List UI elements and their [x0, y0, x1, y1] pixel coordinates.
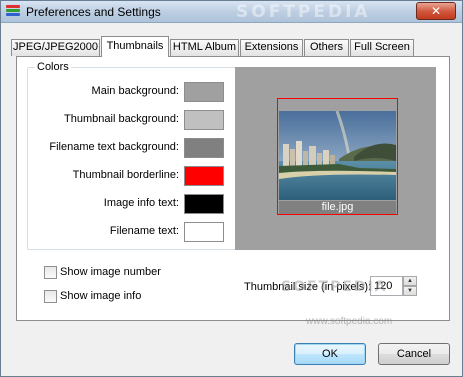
colors-group: Colors Main background: Thumbnail backgr…: [27, 61, 436, 251]
filename-text-background-label: Filename text background:: [49, 141, 179, 153]
tab-thumbnails[interactable]: Thumbnails: [101, 36, 169, 57]
thumbnail-background-swatch[interactable]: [184, 110, 224, 130]
preview-image: [279, 111, 396, 200]
main-background-swatch[interactable]: [184, 82, 224, 102]
app-icon: [6, 5, 20, 18]
spin-up-icon[interactable]: ▲: [403, 276, 417, 286]
filename-text-swatch[interactable]: [184, 222, 224, 242]
title-bar[interactable]: Preferences and Settings SOFTPEDIA ✕: [1, 1, 462, 23]
filename-text-label: Filename text:: [109, 225, 179, 237]
thumbnail-preview: file.jpg: [235, 67, 436, 250]
tab-jpeg[interactable]: JPEG/JPEG2000: [11, 39, 100, 56]
tab-others[interactable]: Others: [304, 39, 349, 56]
thumbnail-borderline-label: Thumbnail borderline:: [72, 169, 179, 181]
close-icon: ✕: [430, 4, 442, 18]
preview-filename: file.jpg: [279, 201, 396, 214]
thumbnail-background-label: Thumbnail background:: [64, 113, 179, 125]
tab-full-screen[interactable]: Full Screen: [350, 39, 414, 56]
tab-extensions[interactable]: Extensions: [240, 39, 303, 56]
preferences-window: Preferences and Settings SOFTPEDIA ✕ JPE…: [0, 0, 463, 377]
show-image-number-label: Show image number: [60, 266, 161, 278]
color-labels: Main background: Thumbnail background: F…: [28, 68, 179, 251]
window-title: Preferences and Settings: [26, 5, 161, 19]
watermark-logo: SOFTPEDIA: [236, 2, 371, 22]
thumbnail-size-spinner[interactable]: ▲ ▼: [403, 276, 417, 296]
close-button[interactable]: ✕: [416, 2, 456, 20]
show-image-info-checkbox[interactable]: [44, 290, 57, 303]
show-image-number-checkbox[interactable]: [44, 266, 57, 279]
spin-down-icon[interactable]: ▼: [403, 286, 417, 296]
tab-html-album[interactable]: HTML Album: [170, 39, 239, 56]
watermark-logo-bottom: SOFTPEDIA: [281, 279, 388, 295]
ok-button[interactable]: OK: [294, 343, 366, 365]
preview-thumbnail: file.jpg: [277, 98, 398, 215]
thumbnail-borderline-swatch[interactable]: [184, 166, 224, 186]
filename-text-background-swatch[interactable]: [184, 138, 224, 158]
main-background-label: Main background:: [91, 85, 179, 97]
image-info-text-swatch[interactable]: [184, 194, 224, 214]
image-info-text-label: Image info text:: [103, 197, 179, 209]
watermark-url: www.softpedia.com: [306, 316, 393, 327]
cancel-button[interactable]: Cancel: [378, 343, 450, 365]
show-image-info-label: Show image info: [60, 290, 142, 302]
